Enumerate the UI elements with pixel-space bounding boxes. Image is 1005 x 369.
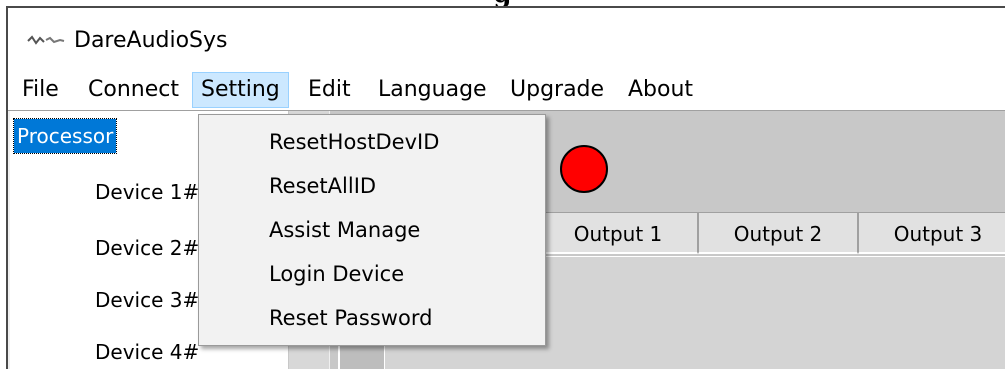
menu-bar: File Connect Setting Edit Language Upgra… [8,72,1005,110]
menu-setting[interactable]: Setting [192,72,289,108]
menu-file[interactable]: File [14,72,67,108]
tree-item-device-1[interactable]: Device 1# [95,179,199,205]
menu-edit[interactable]: Edit [300,72,359,108]
app-window: DareAudioSys File Connect Setting Edit L… [6,6,1005,369]
menu-upgrade[interactable]: Upgrade [502,72,612,108]
dare-audio-logo-icon [26,32,66,46]
setting-dropdown-menu: ResetHostDevID ResetAllID Assist Manage … [198,114,546,346]
tree-root-processor[interactable]: Processor [12,118,118,154]
menu-item-assist-manage[interactable]: Assist Manage [269,217,420,243]
menu-about[interactable]: About [620,72,701,108]
tab-output-2[interactable]: Output 2 [698,212,858,254]
tree-item-device-2[interactable]: Device 2# [95,235,199,261]
menu-connect[interactable]: Connect [80,72,187,108]
connection-status-indicator [560,145,608,193]
menu-language[interactable]: Language [370,72,495,108]
output-tabs: Output 1 Output 2 Output 3 [538,212,1005,256]
window-title: DareAudioSys [74,28,228,53]
menu-item-reset-host-dev-id[interactable]: ResetHostDevID [269,129,439,155]
tab-output-1[interactable]: Output 1 [538,212,698,254]
menu-item-login-device[interactable]: Login Device [269,261,404,287]
menu-item-reset-password[interactable]: Reset Password [269,305,432,331]
tab-output-3[interactable]: Output 3 [858,212,1005,254]
menu-item-reset-all-id[interactable]: ResetAllID [269,173,376,199]
tree-item-device-3[interactable]: Device 3# [95,287,199,313]
title-bar: DareAudioSys [8,8,1005,72]
tree-item-device-4[interactable]: Device 4# [95,339,199,365]
